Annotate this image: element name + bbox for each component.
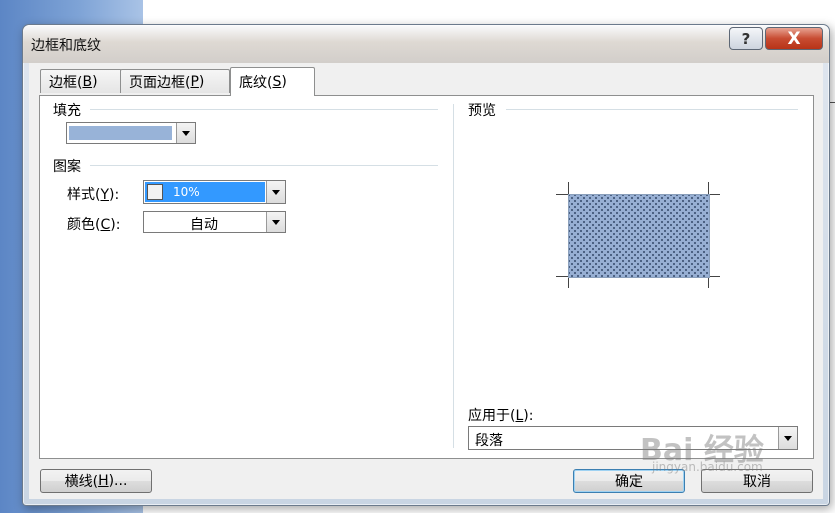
corner-mark <box>556 276 568 277</box>
color-label-suffix: ): <box>110 217 121 233</box>
title-bar[interactable]: 边框和底纹 ? X <box>23 25 829 63</box>
apply-label-text: 应用于( <box>468 408 516 424</box>
pattern-style-selection: 10% <box>145 182 265 202</box>
preview-area[interactable] <box>452 96 812 356</box>
fill-dropdown-button[interactable] <box>176 123 195 143</box>
ok-label: 确定 <box>615 474 643 490</box>
tab-page-border[interactable]: 页面边框(P) <box>120 69 230 93</box>
horizontal-line-button[interactable]: 横线(H)... <box>40 469 152 493</box>
close-icon: X <box>787 28 801 49</box>
hline-key: H <box>98 473 109 489</box>
color-label: 颜色(C): <box>67 214 120 234</box>
pattern-style-value: 10% <box>173 185 200 199</box>
corner-mark <box>556 194 568 195</box>
fill-color-swatch <box>69 126 172 140</box>
cancel-button[interactable]: 取消 <box>701 469 813 493</box>
apply-to-value: 段落 <box>475 433 503 449</box>
fill-heading: 填充 <box>53 103 81 119</box>
tab-borders-key: B <box>82 73 93 90</box>
style-label: 样式(Y): <box>67 184 119 204</box>
pattern-color-value: 自动 <box>190 217 218 233</box>
tab-page-border-label: 页面边框( <box>129 74 191 91</box>
chevron-down-icon <box>784 435 792 441</box>
apply-label-suffix: ): <box>523 408 534 424</box>
hline-suffix: )... <box>108 473 128 489</box>
fill-color-dropdown[interactable] <box>66 122 196 144</box>
corner-mark <box>568 182 569 194</box>
style-label-text: 样式( <box>67 187 101 203</box>
tab-shading-key: S <box>272 74 282 90</box>
dialog-client: 边框(B) 页面边框(P) 底纹(S) 填充 图案 样式(Y): 10% … <box>29 63 823 499</box>
corner-mark <box>708 182 709 194</box>
style-label-suffix: ): <box>109 187 120 203</box>
ok-button[interactable]: 确定 <box>573 469 685 493</box>
fill-divider <box>90 109 438 110</box>
borders-shading-dialog: 边框和底纹 ? X 边框(B) 页面边框(P) 底纹(S) 填充 图案 样… <box>22 24 830 506</box>
shading-preview <box>568 194 710 278</box>
style-dropdown-button[interactable] <box>266 181 285 203</box>
tab-borders-suffix: ) <box>92 73 98 90</box>
help-button[interactable]: ? <box>729 27 763 50</box>
color-dropdown-button[interactable] <box>266 212 285 232</box>
hline-label: 横线( <box>64 474 99 490</box>
tab-borders-label: 边框( <box>49 74 83 91</box>
shading-panel: 填充 图案 样式(Y): 10% 颜色(C): 自动 预览 应用于(L): 段落 <box>39 95 814 459</box>
apply-to-dropdown[interactable]: 段落 <box>468 426 798 450</box>
chevron-down-icon <box>182 130 190 136</box>
dialog-title: 边框和底纹 <box>31 38 101 54</box>
help-icon: ? <box>741 29 751 48</box>
tab-shading-label: 底纹( <box>239 75 273 91</box>
style-label-key: Y <box>100 187 110 203</box>
tab-shading-suffix: ) <box>281 74 287 90</box>
tab-page-border-key: P <box>190 73 199 90</box>
pattern-heading: 图案 <box>53 159 81 175</box>
chevron-down-icon <box>272 189 280 195</box>
tab-borders[interactable]: 边框(B) <box>40 69 122 93</box>
pattern-color-dropdown[interactable]: 自动 <box>143 211 286 233</box>
tab-shading[interactable]: 底纹(S) <box>230 67 315 96</box>
pattern-swatch <box>147 184 163 200</box>
pattern-divider <box>90 165 438 166</box>
apply-dropdown-button[interactable] <box>778 427 797 449</box>
cancel-label: 取消 <box>743 474 771 490</box>
color-label-text: 颜色( <box>67 217 101 233</box>
pattern-style-dropdown[interactable]: 10% <box>143 180 286 204</box>
color-label-key: C <box>100 217 111 233</box>
tab-page-border-suffix: ) <box>198 73 205 90</box>
apply-to-label: 应用于(L): <box>468 405 533 425</box>
close-button[interactable]: X <box>765 27 823 50</box>
chevron-down-icon <box>272 219 280 225</box>
